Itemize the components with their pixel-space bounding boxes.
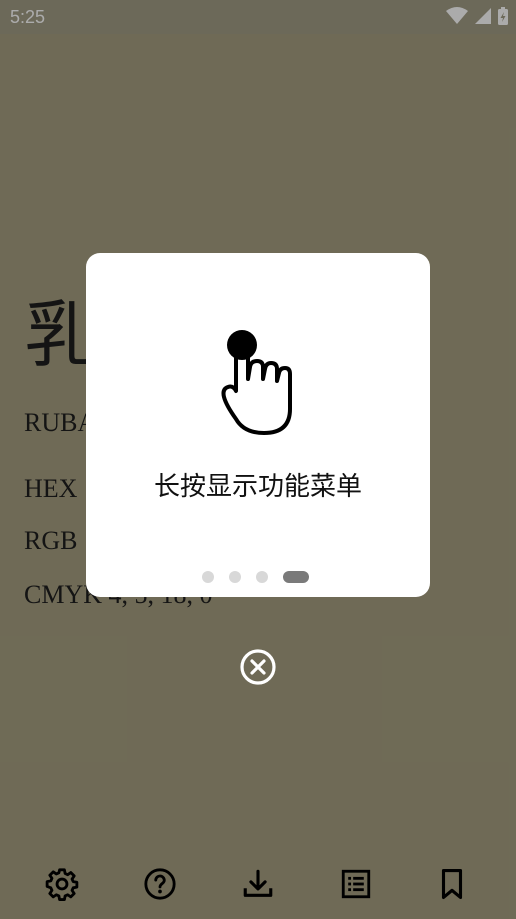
tap-hand-icon [221,330,292,435]
dialog-message: 长按显示功能菜单 [153,472,362,502]
tutorial-dialog: 长按显示功能菜单 [86,253,430,597]
page-dot[interactable] [256,571,268,583]
page-dot-active[interactable] [283,571,309,583]
page-dot[interactable] [229,571,241,583]
page-dot[interactable] [202,571,214,583]
close-button[interactable] [239,648,277,686]
close-circle-icon [240,649,276,685]
page-indicator [202,571,309,583]
